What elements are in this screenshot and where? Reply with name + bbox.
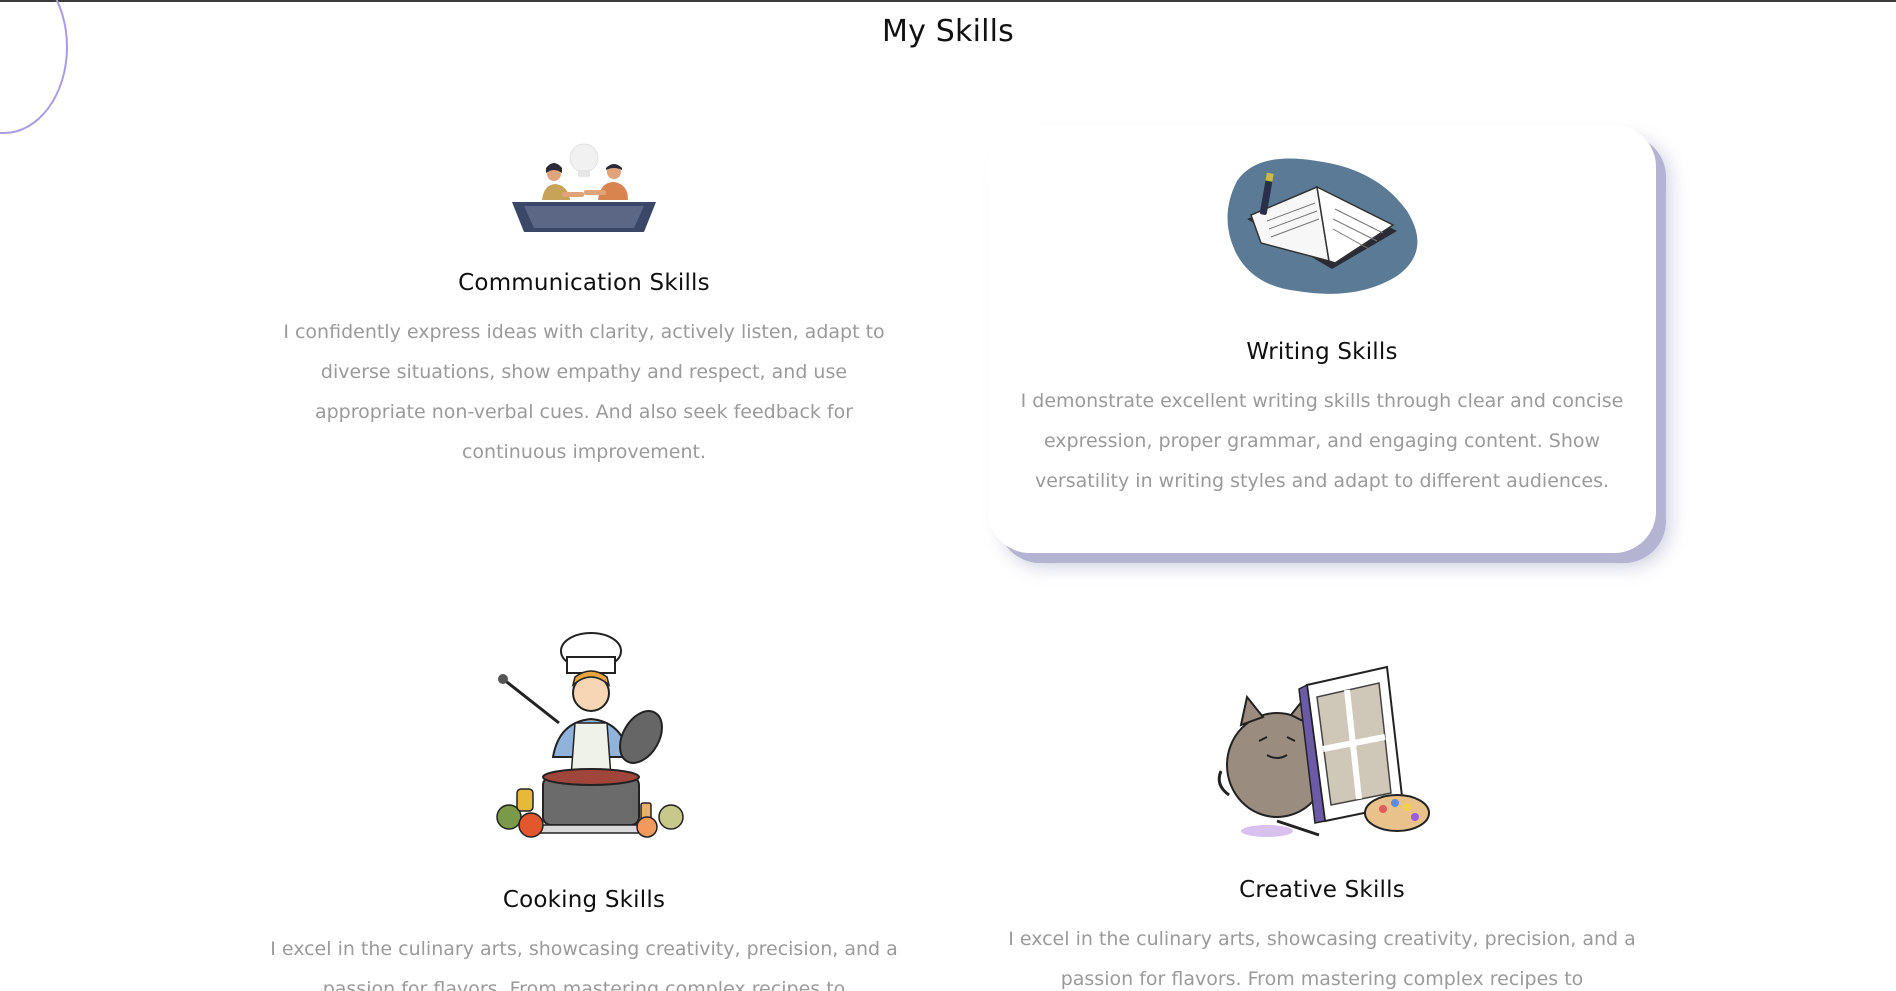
skill-description: I confidently express ideas with clarity… [283,321,885,463]
cat-painting-illustration [1217,665,1430,837]
skill-description: I demonstrate excellent writing skills t… [1020,390,1624,492]
section-title: My Skills [881,14,1015,49]
skill-title: Cooking Skills [502,887,666,913]
top-divider [0,0,1896,2]
skill-card-creative: Creative Skills I excel in the culinary … [988,615,1656,991]
skill-description: I excel in the culinary arts, showcasing… [1008,928,1636,990]
book-pen-illustration [1227,158,1418,294]
skill-card-cooking: Cooking Skills I excel in the culinary a… [250,615,918,991]
skill-card-writing[interactable]: Writing Skills I demonstrate excellent w… [988,125,1656,553]
skills-page: My Skills Communication Skills I confide… [0,0,1896,991]
skill-title: Communication Skills [458,270,710,296]
skill-description: I excel in the culinary arts, showcasing… [270,938,898,991]
chef-illustration [496,632,684,838]
skill-card-communication: Communication Skills I confidently expre… [250,140,918,500]
skill-title: Writing Skills [1246,339,1398,365]
skill-title: Creative Skills [1239,877,1405,903]
communication-illustration [512,143,656,232]
